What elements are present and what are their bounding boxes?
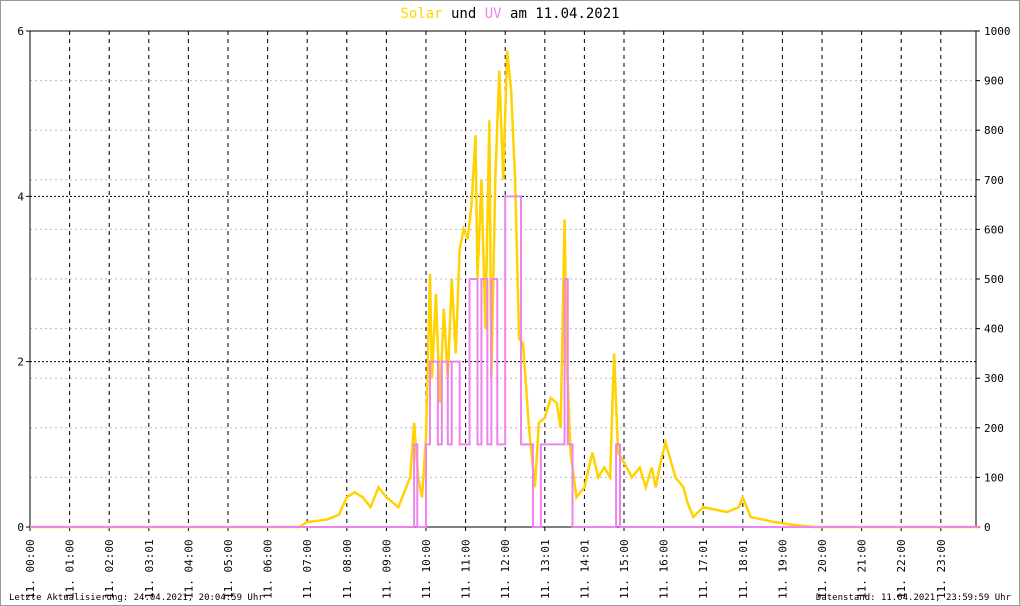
x-axis-tick-label: 11. 22:00	[895, 539, 908, 599]
x-axis-tick-label: 11. 21:00	[856, 539, 869, 599]
x-axis-tick-label: 11. 13:01	[539, 539, 552, 599]
right-axis-tick-label: 300	[984, 372, 1004, 385]
x-axis-tick-label: 11. 23:00	[935, 539, 948, 599]
right-axis-tick-label: 600	[984, 223, 1004, 236]
x-axis-tick-label: 11. 20:00	[816, 539, 829, 599]
right-axis-tick-label: 800	[984, 124, 1004, 137]
x-axis-tick-label: 11. 17:01	[697, 539, 710, 599]
chart-frame: Solar und UV am 11.04.2021 0 100 200 300 400…	[0, 0, 1020, 606]
x-axis-tick-label: 11. 07:00	[301, 539, 314, 599]
last-update-text: Letzte Aktualisierung: 24.04.2021, 20:04…	[9, 593, 264, 603]
x-axis-tick-label: 11. 14:01	[578, 539, 591, 599]
x-axis-tick-label: 11. 02:00	[103, 539, 116, 599]
x-axis-tick-label: 11. 05:00	[222, 539, 235, 599]
left-axis-tick-label: 0	[17, 521, 24, 534]
x-axis-tick-label: 11. 19:00	[776, 539, 789, 599]
right-axis-tick-label: 200	[984, 422, 1004, 435]
right-axis-tick-label: 700	[984, 174, 1004, 187]
x-axis-tick-label: 11. 11:00	[460, 539, 473, 599]
x-axis-tick-label: 11. 16:00	[658, 539, 671, 599]
left-axis-tick-label: 2	[17, 356, 24, 369]
x-axis-tick-label: 11. 04:00	[182, 539, 195, 599]
right-axis-tick-label: 400	[984, 323, 1004, 336]
data-status-text: Datenstand: 11.04.2021, 23:59:59 Uhr	[815, 593, 1011, 603]
x-axis-tick-label: 11. 18:01	[737, 539, 750, 599]
x-axis-tick-label: 11. 09:00	[380, 539, 393, 599]
x-axis-tick-label: 11. 15:00	[618, 539, 631, 599]
left-axis-tick-label: 4	[17, 190, 24, 203]
left-axis-tick-label: 6	[17, 25, 24, 38]
x-axis-tick-label: 11. 08:00	[341, 539, 354, 599]
right-axis-tick-label: 900	[984, 75, 1004, 88]
right-axis-tick-label: 100	[984, 471, 1004, 484]
right-axis-tick-label: 500	[984, 273, 1004, 286]
x-axis-tick-label: 11. 03:01	[143, 539, 156, 599]
x-axis-tick-label: 11. 06:00	[262, 539, 275, 599]
x-axis-tick-label: 11. 10:00	[420, 539, 433, 599]
x-axis-tick-label: 11. 01:00	[64, 539, 77, 599]
right-axis-tick-label: 0	[984, 521, 991, 534]
x-axis-tick-label: 11. 12:00	[499, 539, 512, 599]
x-axis-tick-label: 11. 00:00	[24, 539, 37, 599]
chart-svg: 0 100 200 300 400 500 600 700 800 900 1000 0 2 4 6 11. …	[17, 25, 1011, 599]
right-axis-tick-label: 1000	[984, 25, 1011, 38]
